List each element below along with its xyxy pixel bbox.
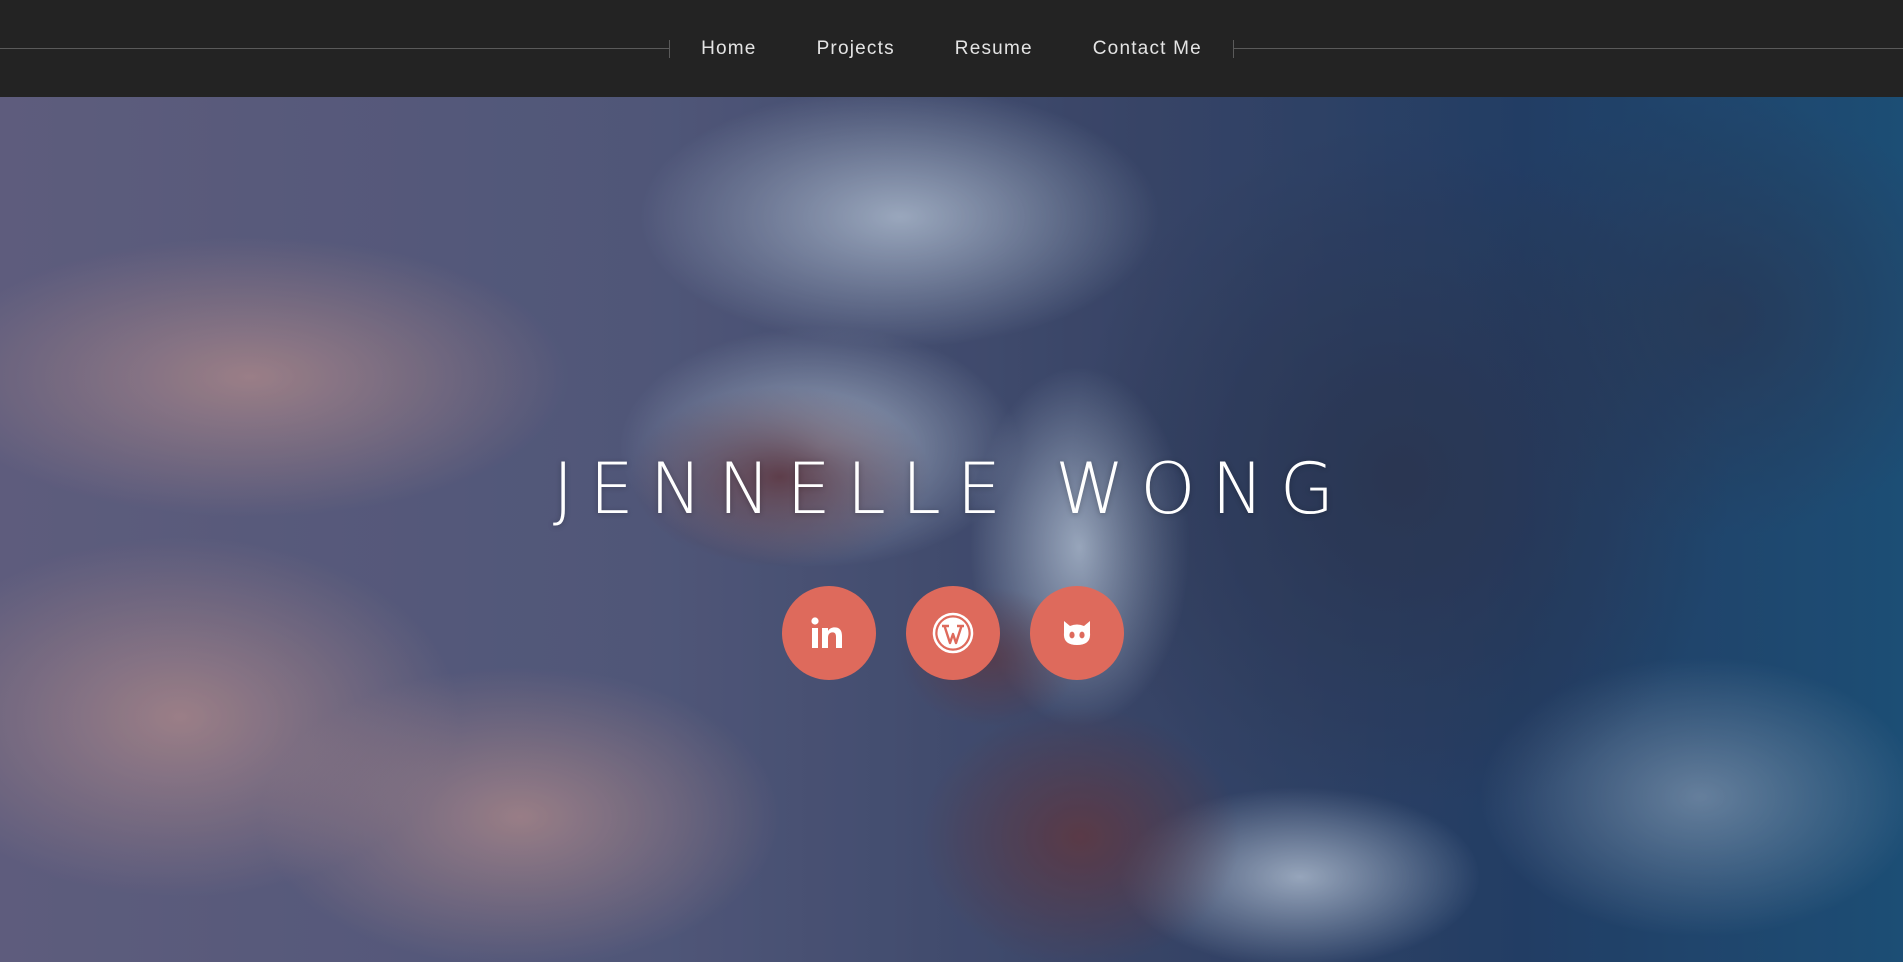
wordpress-button[interactable] — [906, 586, 1000, 680]
nav-divider-right — [1233, 48, 1903, 49]
nav-tick-right — [1233, 40, 1234, 58]
github-icon — [1055, 611, 1099, 655]
linkedin-icon — [808, 612, 850, 654]
nav-item-home[interactable]: Home — [671, 38, 786, 60]
github-button[interactable] — [1030, 586, 1124, 680]
wordpress-icon — [931, 611, 975, 655]
linkedin-button[interactable] — [782, 586, 876, 680]
nav-divider-left — [0, 48, 669, 49]
hero-section: JENNELLE WONG — [0, 97, 1903, 962]
hero-title: JENNELLE WONG — [552, 447, 1351, 530]
nav-item-contact-me[interactable]: Contact Me — [1063, 38, 1232, 60]
social-links — [782, 586, 1126, 680]
main-nav: Home Projects Resume Contact Me — [670, 0, 1233, 97]
top-navbar: Home Projects Resume Contact Me — [0, 0, 1903, 97]
nav-item-resume[interactable]: Resume — [925, 38, 1063, 60]
nav-item-projects[interactable]: Projects — [787, 38, 925, 60]
